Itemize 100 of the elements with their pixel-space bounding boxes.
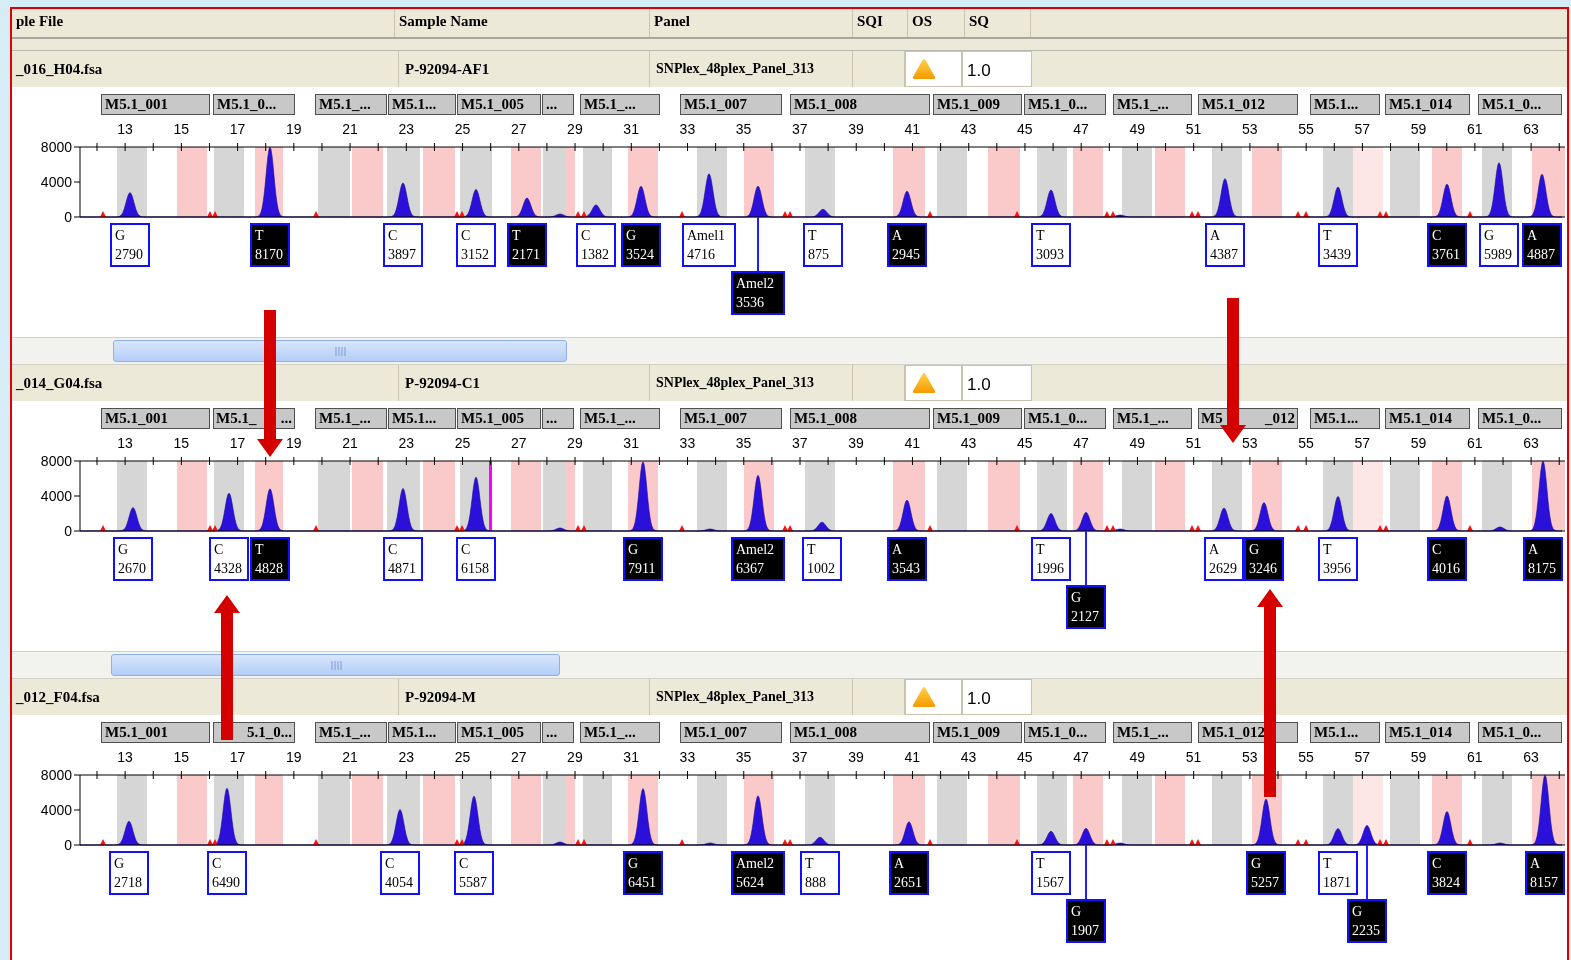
marker-bin-label[interactable]: M5.1_001 (101, 408, 210, 429)
marker-bin-label[interactable]: M5.1... (1310, 408, 1380, 429)
allele-call-label[interactable]: C 4328 (209, 537, 249, 581)
marker-bin-label[interactable]: M5.1_... (580, 94, 660, 115)
quality-field[interactable]: 1.0 (962, 365, 1032, 401)
marker-bin-label[interactable]: M5.1_007 (680, 722, 782, 743)
marker-bin-label[interactable]: M5.1_... (580, 722, 660, 743)
marker-bin-label[interactable]: M5.1_008 (790, 408, 930, 429)
marker-bin-label[interactable]: M5.1_... (315, 408, 387, 429)
allele-call-label[interactable]: T 2171 (507, 223, 547, 267)
allele-call-label[interactable]: C 4871 (383, 537, 423, 581)
marker-bin-label[interactable]: M5.1_... (1113, 94, 1192, 115)
allele-call-label[interactable]: C 3761 (1427, 223, 1467, 267)
marker-bin-label[interactable]: M5.1_009 (933, 722, 1022, 743)
allele-call-label[interactable]: T 1002 (802, 537, 842, 581)
marker-bin-label[interactable]: M5.1_014 (1385, 408, 1470, 429)
allele-call-label[interactable]: T 3093 (1031, 223, 1071, 267)
allele-call-label[interactable]: C 4016 (1427, 537, 1467, 581)
allele-call-label[interactable]: C 6158 (456, 537, 496, 581)
allele-call-label[interactable]: G 2235 (1347, 899, 1387, 943)
column-header[interactable]: ple File (12, 9, 395, 38)
allele-call-label[interactable]: T 3956 (1318, 537, 1358, 581)
marker-bin-label[interactable]: M5.1_... (315, 94, 387, 115)
allele-call-label[interactable]: C 4054 (380, 851, 420, 895)
marker-bin-label[interactable]: M5.1_... (1113, 408, 1192, 429)
marker-bin-label[interactable]: M5.1_0... (1478, 722, 1562, 743)
allele-call-label[interactable]: Amel1 4716 (682, 223, 736, 267)
scrollbar-thumb[interactable] (113, 340, 567, 362)
allele-call-label[interactable]: G 2670 (113, 537, 153, 581)
allele-call-label[interactable]: G 2127 (1066, 585, 1106, 629)
allele-call-label[interactable]: G 3246 (1244, 537, 1284, 581)
allele-call-label[interactable]: G 5989 (1479, 223, 1519, 267)
allele-call-label[interactable]: Amel2 6367 (731, 537, 785, 581)
allele-call-label[interactable]: T 3439 (1318, 223, 1358, 267)
marker-bin-label[interactable]: M5.1_0... (1024, 94, 1106, 115)
allele-call-label[interactable]: C 1382 (576, 223, 616, 267)
allele-call-label[interactable]: A 4387 (1205, 223, 1245, 267)
marker-bin-label[interactable]: M5.1... (388, 94, 456, 115)
allele-call-label[interactable]: A 4887 (1522, 223, 1562, 267)
allele-call-label[interactable]: T 875 (803, 223, 843, 267)
allele-call-label[interactable]: G 2790 (110, 223, 150, 267)
horizontal-scrollbar[interactable] (12, 651, 1567, 679)
marker-bin-label[interactable]: ... (542, 408, 574, 429)
allele-call-label[interactable]: G 2718 (109, 851, 149, 895)
allele-call-label[interactable]: T 1567 (1031, 851, 1071, 895)
allele-call-label[interactable]: Amel2 3536 (731, 271, 785, 315)
allele-call-label[interactable]: A 2629 (1204, 537, 1244, 581)
quality-field[interactable]: 1.0 (962, 51, 1032, 87)
marker-bin-label[interactable]: M5.1_0... (1478, 408, 1562, 429)
column-header[interactable]: SQ (965, 9, 1031, 38)
allele-call-label[interactable]: A 3543 (887, 537, 927, 581)
marker-bin-label[interactable]: ... (542, 722, 574, 743)
column-header[interactable]: Panel (650, 9, 853, 38)
marker-bin-label[interactable]: M5.1_005 (457, 408, 541, 429)
allele-call-label[interactable]: T 1996 (1031, 537, 1071, 581)
allele-call-label[interactable]: C 3152 (456, 223, 496, 267)
marker-bin-label[interactable]: M5.1_005 (457, 722, 541, 743)
marker-bin-label[interactable]: M5.1_014 (1385, 94, 1470, 115)
scrollbar-thumb[interactable] (111, 654, 560, 676)
marker-bin-label[interactable]: M5.1_... (580, 408, 660, 429)
allele-call-label[interactable]: G 5257 (1246, 851, 1286, 895)
marker-bin-label[interactable]: M5.1_007 (680, 94, 782, 115)
marker-bin-label[interactable]: M5.1_008 (790, 94, 930, 115)
marker-bin-label[interactable]: M5.1_009 (933, 408, 1022, 429)
marker-bin-label[interactable]: M5.1_0... (1024, 722, 1106, 743)
allele-call-label[interactable]: G 6451 (623, 851, 663, 895)
marker-bin-label[interactable]: M5.1_005 (457, 94, 541, 115)
marker-bin-label[interactable]: M5.1... (388, 722, 456, 743)
marker-bin-label[interactable]: M5.1_014 (1385, 722, 1470, 743)
allele-call-label[interactable]: G 7911 (623, 537, 663, 581)
allele-call-label[interactable]: A 8175 (1523, 537, 1563, 581)
quality-field[interactable]: 1.0 (962, 679, 1032, 715)
allele-call-label[interactable]: C 3824 (1427, 851, 1467, 895)
allele-call-label[interactable]: Amel2 5624 (731, 851, 785, 895)
marker-bin-label[interactable]: M5.1_001 (101, 94, 210, 115)
column-header[interactable]: OS (908, 9, 965, 38)
allele-call-label[interactable]: T 888 (800, 851, 840, 895)
allele-call-label[interactable]: A 8157 (1525, 851, 1565, 895)
allele-call-label[interactable]: T 1871 (1318, 851, 1358, 895)
horizontal-scrollbar[interactable] (12, 337, 1567, 365)
allele-call-label[interactable]: C 6490 (207, 851, 247, 895)
marker-bin-label[interactable]: M5.1_012 (1198, 94, 1298, 115)
marker-bin-label[interactable]: M5.1_... (1113, 722, 1192, 743)
marker-bin-label[interactable]: M5.1_0... (1024, 408, 1106, 429)
allele-call-label[interactable]: A 2945 (887, 223, 927, 267)
allele-call-label[interactable]: G 1907 (1066, 899, 1106, 943)
allele-call-label[interactable]: A 2651 (889, 851, 929, 895)
marker-bin-label[interactable]: M5.1_008 (790, 722, 930, 743)
allele-call-label[interactable]: C 5587 (454, 851, 494, 895)
marker-bin-label[interactable]: M5.1_007 (680, 408, 782, 429)
marker-bin-label[interactable]: M5.1... (1310, 722, 1380, 743)
marker-bin-label[interactable]: ... (542, 94, 574, 115)
column-header[interactable]: SQI (853, 9, 908, 38)
marker-bin-label[interactable]: M5.1... (1310, 94, 1380, 115)
allele-call-label[interactable]: T 8170 (250, 223, 290, 267)
allele-call-label[interactable]: G 3524 (621, 223, 661, 267)
marker-bin-label[interactable]: M5.1_001 (101, 722, 210, 743)
marker-bin-label[interactable]: M5.1_0... (1478, 94, 1562, 115)
allele-call-label[interactable]: T 4828 (250, 537, 290, 581)
marker-bin-label[interactable]: M5.1_... (315, 722, 387, 743)
